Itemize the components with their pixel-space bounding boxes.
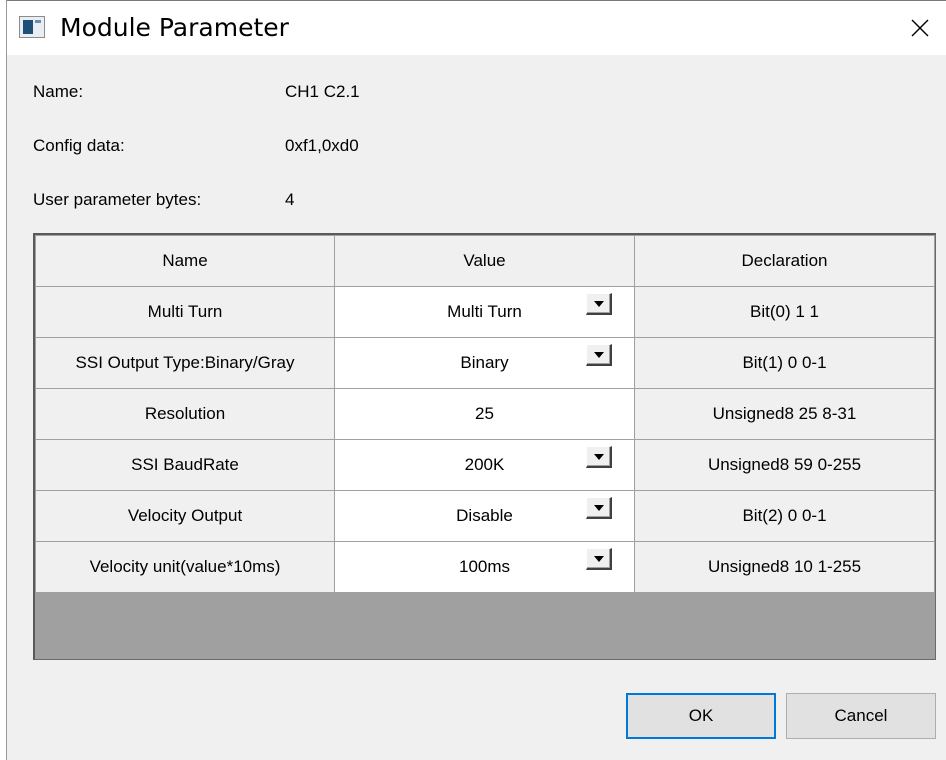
title-bar[interactable]: Module Parameter <box>7 1 946 55</box>
value-text: 25 <box>475 404 494 423</box>
parameter-grid[interactable]: Name Value Declaration Multi Turn Multi … <box>33 233 936 660</box>
table-row: Resolution 25 Unsigned8 25 8-31 <box>35 388 935 440</box>
dropdown-button[interactable] <box>586 344 612 366</box>
close-button[interactable] <box>894 1 946 55</box>
dropdown-button[interactable] <box>586 548 612 570</box>
dropdown-button[interactable] <box>586 446 612 468</box>
declaration-cell: Unsigned8 25 8-31 <box>634 388 935 440</box>
dropdown-button[interactable] <box>586 497 612 519</box>
declaration-cell: Bit(0) 1 1 <box>634 286 935 338</box>
value-cell[interactable]: 25 <box>334 388 635 440</box>
declaration-cell: Unsigned8 10 1-255 <box>634 541 935 593</box>
window-title: Module Parameter <box>60 13 289 42</box>
grid-header-row: Name Value Declaration <box>35 235 935 287</box>
chevron-down-icon <box>593 453 604 460</box>
chevron-down-icon <box>593 300 604 307</box>
declaration-cell: Bit(2) 0 0-1 <box>634 490 935 542</box>
column-header-value: Value <box>334 235 635 287</box>
table-row: SSI BaudRate 200K Unsigned8 59 0-255 <box>35 439 935 491</box>
chevron-down-icon <box>593 351 604 358</box>
row-name-cell: SSI Output Type:Binary/Gray <box>35 337 335 389</box>
value-cell[interactable]: Binary <box>334 337 635 389</box>
app-window-icon <box>19 16 45 38</box>
row-name-cell: Multi Turn <box>35 286 335 338</box>
name-value: CH1 C2.1 <box>285 82 360 101</box>
config-data-label: Config data: <box>33 136 125 155</box>
row-name-cell: Velocity unit(value*10ms) <box>35 541 335 593</box>
value-cell[interactable]: Disable <box>334 490 635 542</box>
value-cell[interactable]: 200K <box>334 439 635 491</box>
table-row: SSI Output Type:Binary/Gray Binary Bit(1… <box>35 337 935 389</box>
user-param-bytes-value: 4 <box>285 190 295 209</box>
dropdown-button[interactable] <box>586 293 612 315</box>
declaration-cell: Unsigned8 59 0-255 <box>634 439 935 491</box>
close-icon <box>911 19 929 37</box>
ok-button[interactable]: OK <box>626 693 776 739</box>
column-header-name: Name <box>35 235 335 287</box>
column-header-declaration: Declaration <box>634 235 935 287</box>
config-data-value: 0xf1,0xd0 <box>285 136 359 155</box>
declaration-cell: Bit(1) 0 0-1 <box>634 337 935 389</box>
row-name-cell: Resolution <box>35 388 335 440</box>
cancel-button[interactable]: Cancel <box>786 693 936 739</box>
value-cell[interactable]: Multi Turn <box>334 286 635 338</box>
table-row: Velocity unit(value*10ms) 100ms Unsigned… <box>35 541 935 593</box>
row-name-cell: SSI BaudRate <box>35 439 335 491</box>
row-name-cell: Velocity Output <box>35 490 335 542</box>
user-param-bytes-label: User parameter bytes: <box>33 190 202 209</box>
table-row: Multi Turn Multi Turn Bit(0) 1 1 <box>35 286 935 338</box>
name-label: Name: <box>33 82 84 101</box>
chevron-down-icon <box>593 504 604 511</box>
value-cell[interactable]: 100ms <box>334 541 635 593</box>
chevron-down-icon <box>593 555 604 562</box>
table-row: Velocity Output Disable Bit(2) 0 0-1 <box>35 490 935 542</box>
